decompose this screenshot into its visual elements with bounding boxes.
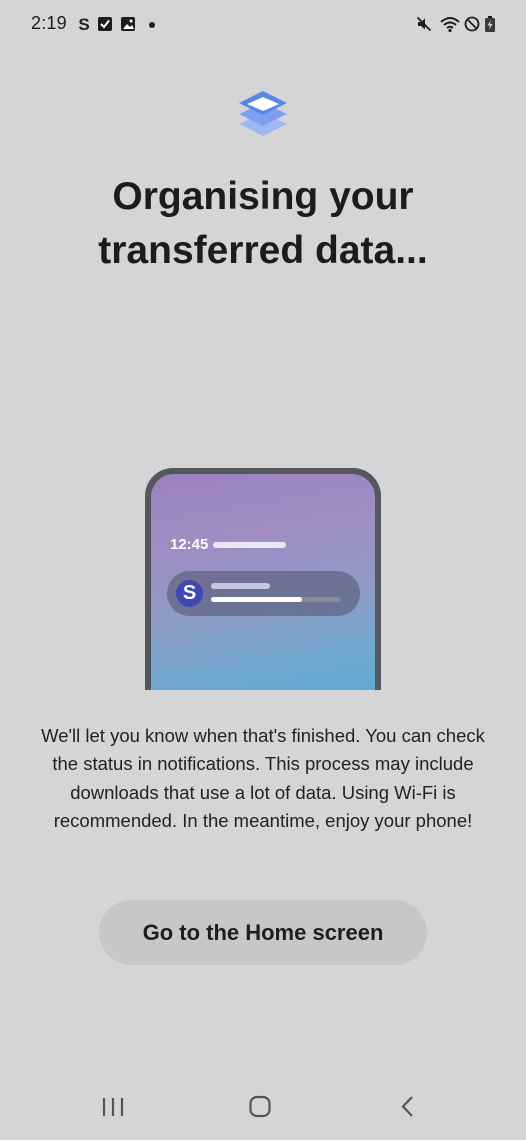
notification-title-placeholder <box>211 583 270 589</box>
mute-icon <box>416 16 432 32</box>
notification-card: S <box>167 571 360 616</box>
status-bar: 2:19 S <box>0 0 526 50</box>
navigation-bar <box>0 1080 526 1140</box>
clock-placeholder-bar <box>213 542 286 548</box>
description-text: We'll let you know when that's finished.… <box>41 725 485 832</box>
s-app-icon: S <box>78 15 89 33</box>
phone-frame: 12:45 S <box>145 468 381 690</box>
checkbox-icon <box>98 17 112 31</box>
back-icon[interactable] <box>385 1088 429 1128</box>
status-time: 2:19 <box>31 13 67 33</box>
wifi-icon <box>440 17 460 33</box>
app-avatar: S <box>176 580 203 607</box>
notification-progress-track <box>211 597 341 602</box>
recent-apps-icon[interactable] <box>91 1088 135 1128</box>
page-title: Organising your transferred data... <box>98 175 428 272</box>
image-icon <box>121 17 135 31</box>
do-not-disturb-icon <box>464 16 480 32</box>
illustration-clock: 12:45 <box>170 536 209 553</box>
svg-text:S: S <box>78 15 89 33</box>
go-to-home-screen-button[interactable]: Go to the Home screen <box>99 900 427 965</box>
home-icon[interactable] <box>238 1088 282 1128</box>
notification-progress-fill <box>211 597 302 602</box>
notification-dot <box>149 22 155 28</box>
battery-charging-icon <box>485 16 495 32</box>
layers-icon <box>239 91 287 136</box>
phone-illustration: 12:45 S <box>145 468 381 690</box>
phone-screen: 12:45 S <box>151 474 375 690</box>
